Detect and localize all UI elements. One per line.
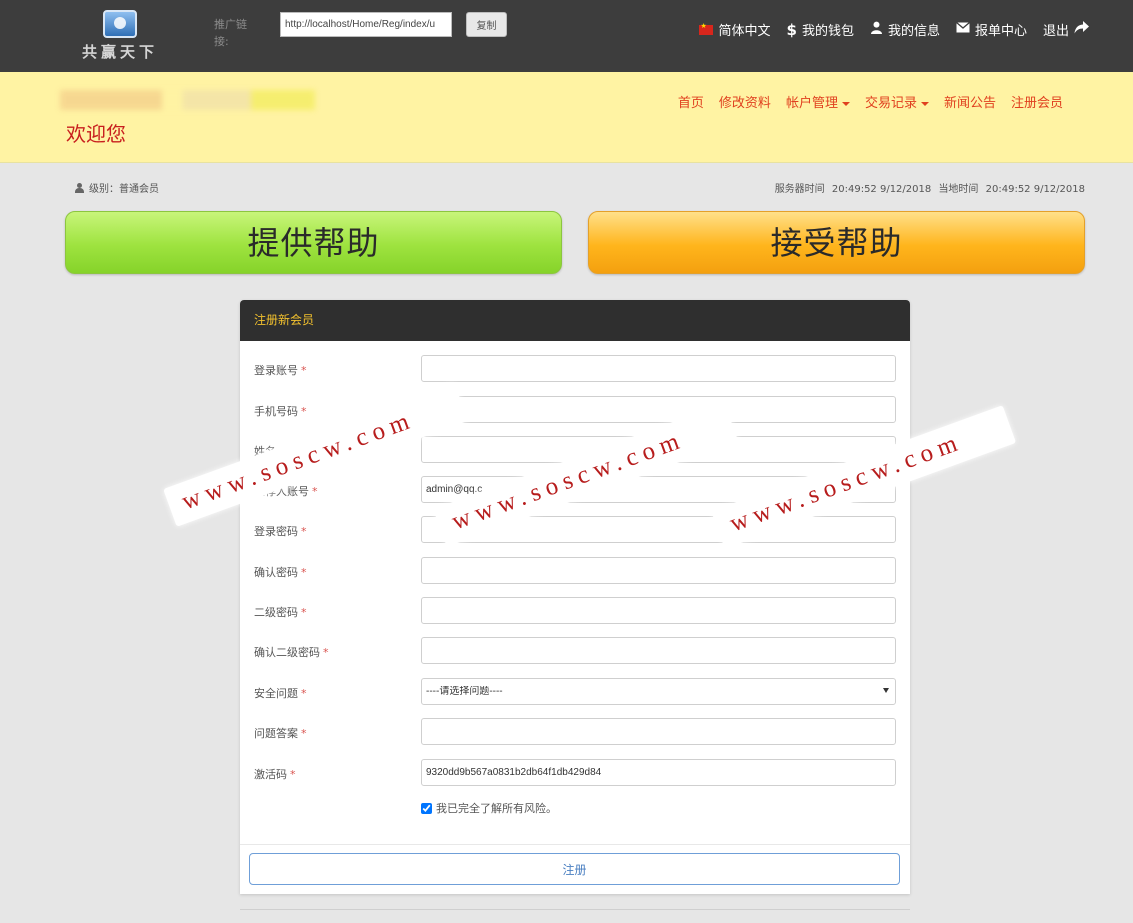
caret-down-icon — [920, 101, 929, 106]
nav-account-management[interactable]: 帐户管理 — [786, 92, 850, 111]
language-label: 简体中文 — [718, 24, 771, 39]
nav-home[interactable]: 首页 — [678, 92, 704, 111]
top-nav: 简体中文 $ 我的钱包 我的信息 报单中心 退出 — [699, 20, 1089, 39]
phone-input[interactable] — [421, 396, 896, 423]
form-row-password-confirm: 确认密码 * — [240, 557, 910, 585]
account-input[interactable] — [421, 355, 896, 382]
security-question-label: 安全问题 * — [254, 687, 307, 700]
activation-code-label: 激活码 * — [254, 768, 296, 781]
caret-down-icon — [841, 101, 850, 106]
answer-input[interactable] — [421, 718, 896, 745]
form-row-activation-code: 激活码 * — [240, 759, 910, 787]
member-level: 级别：普通会员 — [74, 180, 159, 195]
logout-label: 退出 — [1042, 24, 1069, 39]
finder-logo-icon — [103, 10, 137, 38]
user-icon — [870, 21, 883, 38]
nav-register-member[interactable]: 注册会员 — [1011, 92, 1063, 111]
form-row-phone: 手机号码 * — [240, 396, 910, 424]
wallet-label: 我的钱包 — [801, 24, 854, 39]
nav-news[interactable]: 新闻公告 — [944, 92, 996, 111]
nav-transactions-label: 交易记录 — [864, 96, 917, 111]
envelope-icon — [956, 22, 970, 37]
risk-agreement-text: 我已完全了解所有风险。 — [436, 802, 557, 815]
register-button[interactable]: 注册 — [249, 853, 900, 885]
provide-help-button[interactable]: 提供帮助 — [65, 211, 562, 274]
share-arrow-icon — [1074, 21, 1089, 38]
nav-account-management-label: 帐户管理 — [785, 96, 838, 111]
promo-link-label: 推广链接: — [214, 18, 247, 48]
activation-code-input[interactable] — [421, 759, 896, 786]
logo[interactable]: 共赢天下 — [78, 10, 162, 62]
copy-button[interactable]: 复制 — [466, 12, 507, 37]
phone-label: 手机号码 * — [254, 405, 307, 418]
blurred-username — [60, 90, 315, 110]
logout-link[interactable]: 退出 — [1043, 20, 1089, 39]
dollar-icon: $ — [786, 20, 797, 39]
password-confirm-label: 确认密码 * — [254, 566, 307, 579]
local-time-label: 当地时间 — [938, 184, 979, 195]
form-row-password2-confirm: 确认二级密码 * — [240, 637, 910, 665]
server-time-label: 服务器时间 — [774, 184, 825, 195]
form-row-security-question: 安全问题 * ----请选择问题---- — [240, 678, 910, 706]
panel-title: 注册新会员 — [240, 300, 910, 341]
header-banner: 欢迎您 首页 修改资料 帐户管理 交易记录 新闻公告 注册会员 — [0, 72, 1133, 163]
promo-link-input[interactable] — [280, 12, 452, 37]
language-selector[interactable]: 简体中文 — [699, 20, 771, 39]
receive-help-button[interactable]: 接受帮助 — [588, 211, 1085, 274]
password2-label: 二级密码 * — [254, 606, 307, 619]
user-icon — [74, 182, 84, 193]
reports-link[interactable]: 报单中心 — [956, 20, 1027, 39]
local-time: 20:49:52 9/12/2018 — [985, 184, 1085, 195]
member-level-text: 级别：普通会员 — [89, 184, 159, 195]
divider — [240, 844, 910, 845]
account-label: 登录账号 * — [254, 364, 307, 377]
welcome-text: 欢迎您 — [66, 122, 126, 146]
reports-label: 报单中心 — [974, 24, 1027, 39]
form-row-password: 登录密码 * — [240, 516, 910, 544]
password2-input[interactable] — [421, 597, 896, 624]
nav-edit-profile[interactable]: 修改资料 — [719, 92, 771, 111]
password-confirm-input[interactable] — [421, 557, 896, 584]
server-time: 20:49:52 9/12/2018 — [831, 184, 932, 195]
my-info-link[interactable]: 我的信息 — [870, 20, 940, 39]
my-info-label: 我的信息 — [887, 24, 940, 39]
main-nav: 首页 修改资料 帐户管理 交易记录 新闻公告 注册会员 — [678, 92, 1063, 111]
risk-agreement[interactable]: 我已完全了解所有风险。 — [421, 800, 557, 816]
risk-checkbox[interactable] — [421, 802, 432, 814]
nav-transactions[interactable]: 交易记录 — [865, 92, 929, 111]
time-display: 服务器时间 20:49:52 9/12/2018 当地时间 20:49:52 9… — [771, 180, 1085, 195]
wallet-link[interactable]: $ 我的钱包 — [786, 20, 854, 40]
password2-confirm-input[interactable] — [421, 637, 896, 664]
register-panel: 注册新会员 登录账号* 手机号码* 姓名* 推荐人账号* 登录密码* 确认密码*… — [240, 300, 910, 894]
password2-confirm-label: 确认二级密码 * — [254, 646, 329, 659]
logo-text: 共赢天下 — [81, 43, 158, 61]
divider — [240, 909, 910, 910]
security-question-select[interactable]: ----请选择问题---- — [421, 678, 896, 705]
answer-label: 问题答案 * — [254, 727, 307, 740]
form-row-account: 登录账号 * — [240, 355, 910, 383]
top-bar: 共赢天下 推广链接: 复制 简体中文 $ 我的钱包 我的信息 报单中心 退出 — [0, 0, 1133, 72]
form-row-answer: 问题答案 * — [240, 718, 910, 746]
form-row-password2: 二级密码 * — [240, 597, 910, 625]
password-label: 登录密码 * — [254, 525, 307, 538]
china-flag-icon — [699, 22, 714, 35]
